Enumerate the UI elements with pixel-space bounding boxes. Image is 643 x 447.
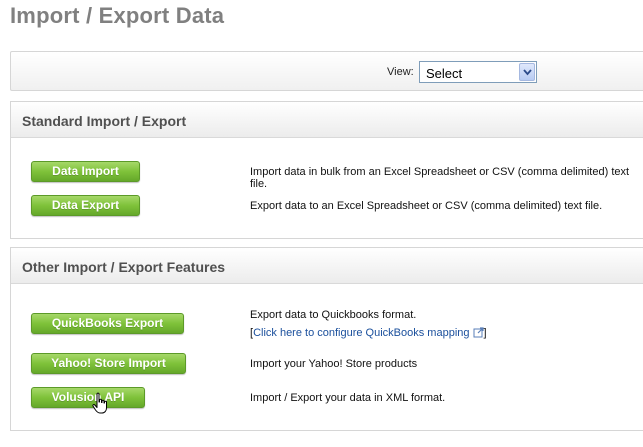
external-link-icon[interactable]	[473, 327, 484, 341]
data-export-description: Export data to an Excel Spreadsheet or C…	[250, 200, 603, 212]
volusion-api-button[interactable]: Volusion API	[31, 387, 145, 408]
link-close-bracket: ]	[483, 327, 487, 339]
section-title: Standard Import / Export	[11, 102, 643, 138]
section-title: Other Import / Export Features	[11, 248, 643, 284]
view-select-value: Select	[426, 66, 463, 81]
view-bar: View: Select	[10, 51, 643, 91]
view-select[interactable]: Select	[419, 61, 537, 83]
quickbooks-mapping-link[interactable]: Click here to configure QuickBooks mappi…	[253, 327, 469, 339]
data-export-button[interactable]: Data Export	[31, 195, 140, 216]
yahoo-store-description: Import your Yahoo! Store products	[250, 358, 418, 370]
view-label: View:	[387, 66, 414, 78]
data-import-description: Import data in bulk from an Excel Spread…	[250, 166, 630, 190]
quickbooks-export-button[interactable]: QuickBooks Export	[31, 313, 184, 334]
volusion-api-description: Import / Export your data in XML format.	[250, 392, 446, 404]
page-title: Import / Export Data	[10, 3, 225, 28]
quickbooks-description: Export data to Quickbooks format.	[250, 309, 417, 321]
yahoo-store-import-button[interactable]: Yahoo! Store Import	[31, 353, 186, 374]
data-import-button[interactable]: Data Import	[31, 161, 140, 182]
hand-pointer-icon	[92, 392, 110, 421]
quickbooks-mapping-link-line: [Click here to configure QuickBooks mapp…	[250, 327, 487, 341]
chevron-down-icon[interactable]	[519, 63, 535, 81]
